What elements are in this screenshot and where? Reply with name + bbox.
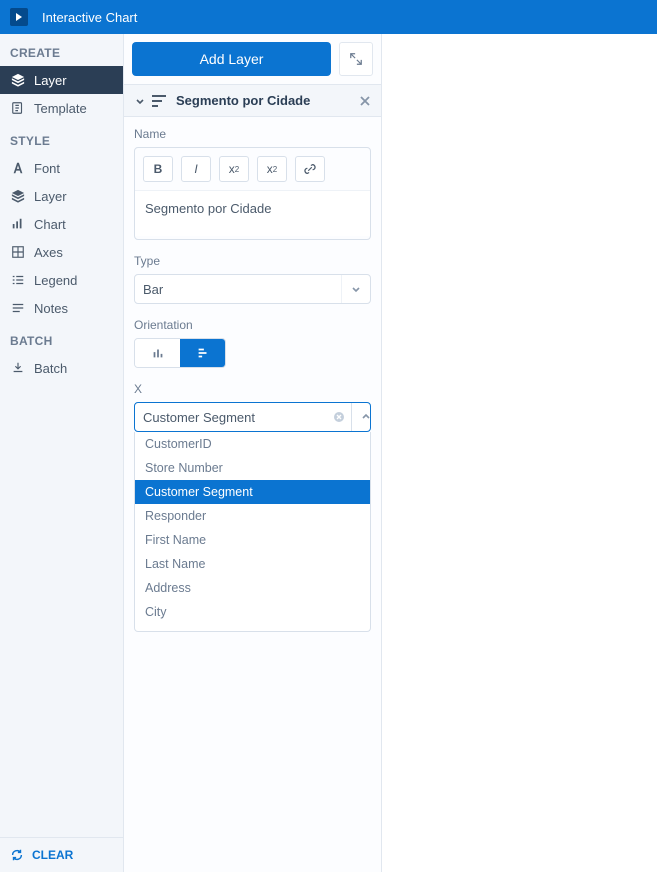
x-dropdown: CustomerID Store Number Customer Segment… (134, 432, 371, 632)
layers-icon (10, 188, 26, 204)
batch-icon (10, 360, 26, 376)
sidebar-item-label: Axes (34, 245, 63, 260)
collapse-panel-button[interactable] (339, 42, 373, 76)
sidebar-item-label: Template (34, 101, 87, 116)
link-button[interactable] (295, 156, 325, 182)
section-header-batch: BATCH (0, 322, 123, 354)
sidebar-item-label: Chart (34, 217, 66, 232)
section-header-create: CREATE (0, 34, 123, 66)
bold-button[interactable]: B (143, 156, 173, 182)
dropdown-option[interactable]: Customer Segment (135, 480, 370, 504)
orientation-label: Orientation (134, 318, 371, 332)
close-layer-button[interactable] (359, 95, 371, 107)
sidebar-item-chart[interactable]: Chart (0, 210, 123, 238)
chevron-down-icon (134, 95, 146, 107)
sidebar-item-legend[interactable]: Legend (0, 266, 123, 294)
font-icon (10, 160, 26, 176)
dropdown-option[interactable]: First Name (135, 528, 370, 552)
template-icon (10, 100, 26, 116)
type-label: Type (134, 254, 371, 268)
orientation-vertical-button[interactable] (135, 339, 180, 367)
app-logo (10, 8, 28, 26)
sidebar-item-layer[interactable]: Layer (0, 66, 123, 94)
sidebar-item-font[interactable]: Font (0, 154, 123, 182)
orientation-field: Orientation (134, 318, 371, 368)
x-clear-button[interactable] (327, 411, 351, 423)
layer-header[interactable]: Segmento por Cidade (124, 84, 381, 117)
refresh-icon (10, 848, 24, 862)
sidebar-item-axes[interactable]: Axes (0, 238, 123, 266)
sidebar-item-label: Batch (34, 361, 67, 376)
close-icon (359, 95, 371, 107)
axes-icon (10, 244, 26, 260)
section-header-style: STYLE (0, 122, 123, 154)
sidebar-item-label: Layer (34, 73, 67, 88)
sidebar-item-label: Notes (34, 301, 68, 316)
chevron-down-icon (341, 275, 362, 303)
titlebar: Interactive Chart (0, 0, 657, 34)
link-icon (303, 162, 317, 176)
dropdown-option[interactable]: Address (135, 576, 370, 600)
bars-vertical-icon (151, 346, 165, 360)
x-input[interactable] (135, 410, 327, 425)
type-select[interactable]: Bar (134, 274, 371, 304)
chart-icon (10, 216, 26, 232)
dropdown-option[interactable]: Store Number (135, 456, 370, 480)
orientation-horizontal-button[interactable] (180, 339, 225, 367)
app-title: Interactive Chart (42, 10, 137, 25)
chart-canvas (382, 34, 657, 872)
config-panel: Add Layer Segmento por Cidade (124, 34, 382, 872)
sidebar: CREATE Layer Template STYLE (0, 34, 124, 872)
name-field: Name B I x2 x2 Segmento por Cidade (134, 127, 371, 240)
name-label: Name (134, 127, 371, 141)
clear-button[interactable]: CLEAR (0, 837, 123, 872)
collapse-icon (349, 52, 363, 66)
name-input[interactable]: Segmento por Cidade (135, 190, 370, 236)
dropdown-option[interactable]: CustomerID (135, 432, 370, 456)
superscript-button[interactable]: x2 (257, 156, 287, 182)
type-value: Bar (143, 282, 341, 297)
sidebar-item-style-layer[interactable]: Layer (0, 182, 123, 210)
type-field: Type Bar (134, 254, 371, 304)
sidebar-item-notes[interactable]: Notes (0, 294, 123, 322)
legend-icon (10, 272, 26, 288)
x-dropdown-list[interactable]: CustomerID Store Number Customer Segment… (135, 432, 370, 632)
notes-icon (10, 300, 26, 316)
bars-horizontal-icon (196, 346, 210, 360)
bar-sort-icon (152, 94, 168, 108)
sidebar-item-label: Layer (34, 189, 67, 204)
sidebar-item-label: Legend (34, 273, 77, 288)
subscript-button[interactable]: x2 (219, 156, 249, 182)
dropdown-option[interactable]: Last Name (135, 552, 370, 576)
dropdown-option[interactable]: State (135, 624, 370, 632)
layers-icon (10, 72, 26, 88)
dropdown-option[interactable]: Responder (135, 504, 370, 528)
sidebar-item-batch[interactable]: Batch (0, 354, 123, 382)
italic-button[interactable]: I (181, 156, 211, 182)
sidebar-item-label: Font (34, 161, 60, 176)
clear-label: CLEAR (32, 848, 73, 862)
x-dropdown-toggle[interactable] (351, 403, 380, 431)
add-layer-button[interactable]: Add Layer (132, 42, 331, 76)
x-label: X (134, 382, 371, 396)
chevron-up-icon (360, 411, 372, 423)
clear-icon (333, 411, 345, 423)
sidebar-item-template[interactable]: Template (0, 94, 123, 122)
dropdown-option[interactable]: City (135, 600, 370, 624)
x-field: X CustomerID Store Number (134, 382, 371, 632)
layer-title: Segmento por Cidade (176, 93, 359, 108)
